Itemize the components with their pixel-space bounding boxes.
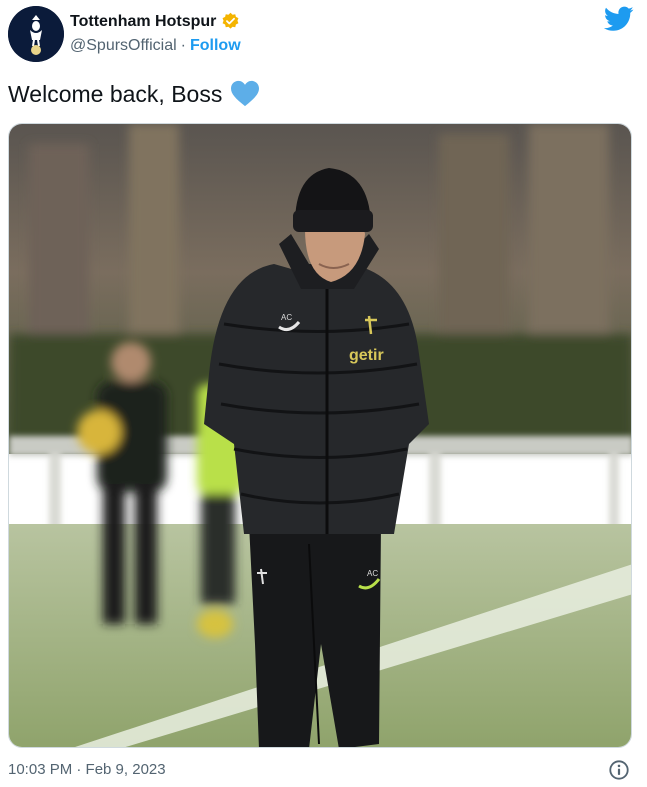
tweet-body: Welcome back, Boss — [8, 80, 223, 107]
handle[interactable]: @SpursOfficial — [70, 37, 177, 55]
kit-sponsor: getir — [349, 347, 384, 364]
spurs-cockerel-crest-icon — [8, 6, 64, 62]
follow-button[interactable]: Follow — [190, 37, 241, 55]
tweet-photo[interactable]: AC getir AC — [8, 123, 632, 748]
trouser-initials: AC — [367, 569, 378, 578]
photo-training-ground: AC getir AC — [9, 124, 631, 747]
tweet-header: Tottenham Hotspur @SpursOfficial · Follo… — [8, 6, 638, 62]
name-row: Tottenham Hotspur — [70, 12, 240, 31]
info-icon[interactable] — [608, 759, 630, 781]
jacket-initials: AC — [281, 313, 292, 322]
separator: · — [180, 37, 186, 54]
avatar[interactable] — [8, 6, 64, 62]
blue-heart-icon — [231, 80, 260, 107]
tweet-timestamp[interactable]: 10:03 PM · Feb 9, 2023 — [8, 761, 166, 778]
verified-badge-icon — [222, 12, 239, 29]
twitter-bird-icon[interactable] — [604, 6, 634, 32]
display-name[interactable]: Tottenham Hotspur — [70, 13, 216, 31]
handle-row: @SpursOfficial · Follow — [70, 37, 241, 55]
tweet-text: Welcome back, Boss — [8, 80, 260, 108]
